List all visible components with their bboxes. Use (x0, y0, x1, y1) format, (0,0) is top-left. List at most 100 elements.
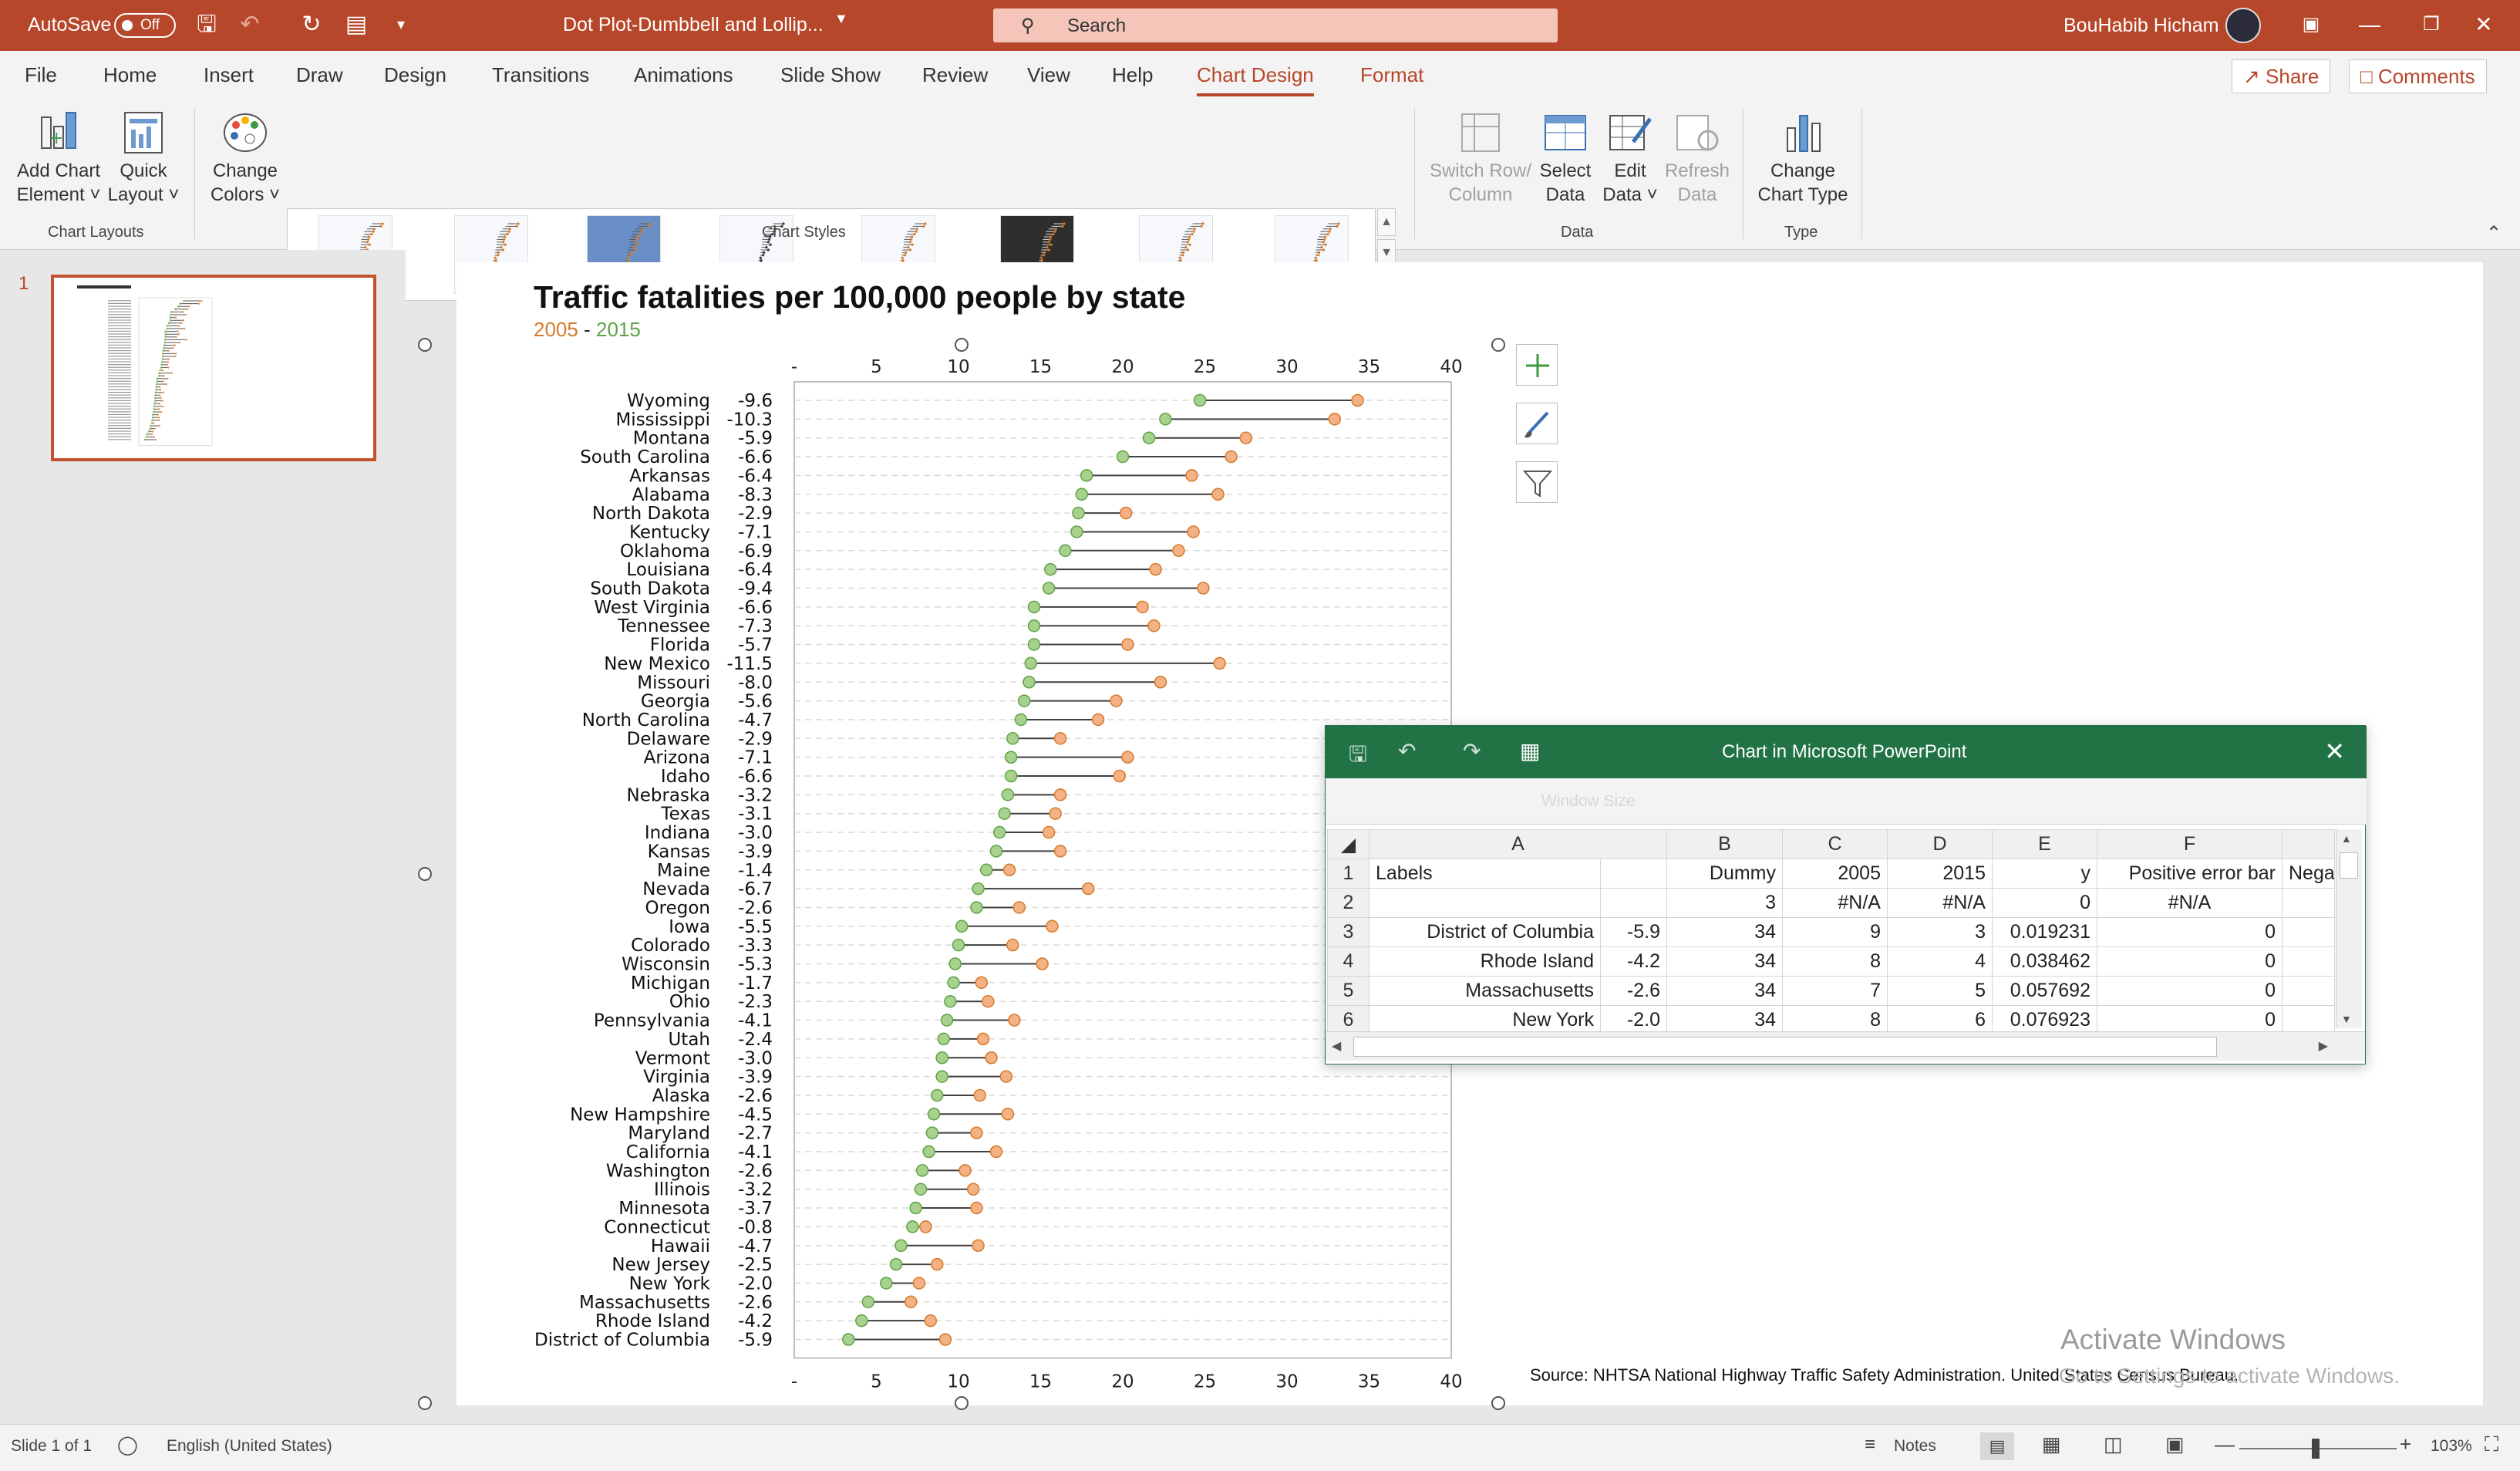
column-header-d[interactable]: D (1887, 829, 1993, 859)
column-header-f[interactable]: F (2097, 829, 2282, 859)
slide-sorter-icon[interactable]: ▦ (2042, 1432, 2061, 1456)
cell[interactable] (1369, 888, 1601, 918)
resize-handle-br[interactable] (1491, 1396, 1505, 1410)
cell[interactable]: 5 (1887, 976, 1993, 1006)
cell[interactable]: 0.076923 (1992, 1005, 2097, 1035)
cell[interactable]: 34 (1666, 976, 1783, 1006)
cell[interactable]: #N/A (1782, 888, 1888, 918)
row-header[interactable]: 5 (1327, 976, 1369, 1006)
cell[interactable]: 3 (1887, 917, 1993, 947)
cell[interactable]: 7 (1782, 976, 1888, 1006)
cell[interactable]: 0.038462 (1992, 946, 2097, 977)
cell[interactable]: Positive error bar (2097, 859, 2282, 889)
cell[interactable]: Negat (2282, 859, 2335, 889)
select-all-corner[interactable]: ◢ (1327, 829, 1369, 859)
cell[interactable]: 8 (1782, 946, 1888, 977)
reading-view-icon[interactable]: ◫ (2104, 1432, 2123, 1456)
resize-handle-bl[interactable] (418, 1396, 432, 1410)
cell[interactable]: 0 (2097, 976, 2282, 1006)
cell[interactable]: New York (1369, 1005, 1601, 1035)
row-header[interactable]: 1 (1327, 859, 1369, 889)
cell[interactable] (2282, 917, 2335, 947)
cell[interactable]: 4 (1887, 946, 1993, 977)
state-label: North Carolina (582, 710, 710, 730)
column-header-a[interactable]: A (1369, 829, 1667, 859)
fit-slide-icon[interactable]: ⛶ (2485, 1432, 2498, 1457)
resize-handle-tm[interactable] (955, 338, 969, 352)
zoom-out-icon[interactable]: — (2215, 1432, 2235, 1456)
resize-handle-ml[interactable] (418, 867, 432, 881)
excel-save-icon[interactable]: 🖫 (1349, 738, 1367, 775)
cell[interactable]: Rhode Island (1369, 946, 1601, 977)
excel-close-icon[interactable]: ✕ (2324, 737, 2345, 766)
cell[interactable]: -5.9 (1600, 917, 1667, 947)
resize-handle-tl[interactable] (418, 338, 432, 352)
column-header-g[interactable] (2282, 829, 2335, 859)
row-header[interactable]: 6 (1327, 1005, 1369, 1035)
cell[interactable]: Labels (1369, 859, 1601, 889)
excel-grid[interactable]: ◢ A B C D E F 1 Labels Dummy 2005 2015 y… (1327, 829, 2335, 1035)
excel-title-bar[interactable]: 🖫 ↶ ↷ ▦ Chart in Microsoft PowerPoint ✕ (1326, 726, 2367, 778)
cell[interactable]: 2015 (1887, 859, 1993, 889)
edit-in-excel-icon[interactable]: ▦ (1520, 738, 1540, 764)
cell[interactable] (2282, 946, 2335, 977)
chart-title[interactable]: Traffic fatalities per 100,000 people by… (534, 279, 1185, 315)
cell[interactable]: -2.6 (1600, 976, 1667, 1006)
cell[interactable]: 0.057692 (1992, 976, 2097, 1006)
cell[interactable]: Dummy (1666, 859, 1783, 889)
excel-undo-icon[interactable]: ↶ (1398, 738, 1416, 764)
chart-styles-button[interactable] (1516, 403, 1558, 444)
excel-horizontal-scrollbar[interactable]: ◀ ▶ (1326, 1031, 2365, 1061)
cell[interactable]: 8 (1782, 1005, 1888, 1035)
cell[interactable]: 34 (1666, 946, 1783, 977)
zoom-level[interactable]: 103% (2431, 1437, 2472, 1456)
cell[interactable]: 0 (1992, 888, 2097, 918)
cell[interactable]: 0 (2097, 946, 2282, 977)
accessibility-icon[interactable]: ◯ (117, 1434, 138, 1456)
cell[interactable]: y (1992, 859, 2097, 889)
cell[interactable] (2282, 976, 2335, 1006)
zoom-slider-thumb[interactable] (2312, 1439, 2320, 1459)
cell[interactable]: Massachusetts (1369, 976, 1601, 1006)
resize-handle-bm[interactable] (955, 1396, 969, 1410)
cell[interactable]: 34 (1666, 917, 1783, 947)
cell[interactable]: 3 (1666, 888, 1783, 918)
cell[interactable]: 0.019231 (1992, 917, 2097, 947)
excel-vertical-scrollbar[interactable]: ▲ ▼ (2336, 829, 2362, 1028)
cell[interactable]: 34 (1666, 1005, 1783, 1035)
cell[interactable]: 0 (2097, 917, 2282, 947)
chart-filters-button[interactable] (1516, 461, 1558, 503)
cell[interactable]: 6 (1887, 1005, 1993, 1035)
cell[interactable]: District of Columbia (1369, 917, 1601, 947)
cell[interactable]: -4.2 (1600, 946, 1667, 977)
resize-handle-tr[interactable] (1491, 338, 1505, 352)
cell[interactable] (1600, 888, 1667, 918)
chart-elements-button[interactable] (1516, 344, 1558, 386)
row-header[interactable]: 3 (1327, 917, 1369, 947)
cell[interactable] (2282, 1005, 2335, 1035)
row-header[interactable]: 2 (1327, 888, 1369, 918)
slideshow-view-icon[interactable]: ▣ (2165, 1432, 2185, 1456)
notes-button[interactable]: Notes (1894, 1437, 1936, 1456)
column-header-c[interactable]: C (1782, 829, 1888, 859)
excel-data-window[interactable]: 🖫 ↶ ↷ ▦ Chart in Microsoft PowerPoint ✕ … (1325, 725, 2367, 1064)
column-header-e[interactable]: E (1992, 829, 2097, 859)
notes-icon[interactable]: ≡ (1865, 1434, 1875, 1456)
cell[interactable]: 2005 (1782, 859, 1888, 889)
language-indicator[interactable]: English (United States) (167, 1437, 332, 1456)
cell[interactable]: -2.0 (1600, 1005, 1667, 1035)
change-label: -5.9 (738, 429, 773, 449)
chart-legend[interactable]: 2005 - 2015 (534, 318, 641, 342)
normal-view-icon[interactable]: ▤ (1980, 1432, 2014, 1460)
excel-redo-icon[interactable]: ↷ (1463, 738, 1481, 764)
state-label: Massachusetts (579, 1293, 710, 1313)
row-header[interactable]: 4 (1327, 946, 1369, 977)
cell[interactable] (2282, 888, 2335, 918)
cell[interactable]: #N/A (2097, 888, 2282, 918)
zoom-in-icon[interactable]: + (2400, 1432, 2411, 1456)
cell[interactable]: 9 (1782, 917, 1888, 947)
column-header-b[interactable]: B (1666, 829, 1783, 859)
cell[interactable]: 0 (2097, 1005, 2282, 1035)
cell[interactable]: #N/A (1887, 888, 1993, 918)
cell[interactable] (1600, 859, 1667, 889)
